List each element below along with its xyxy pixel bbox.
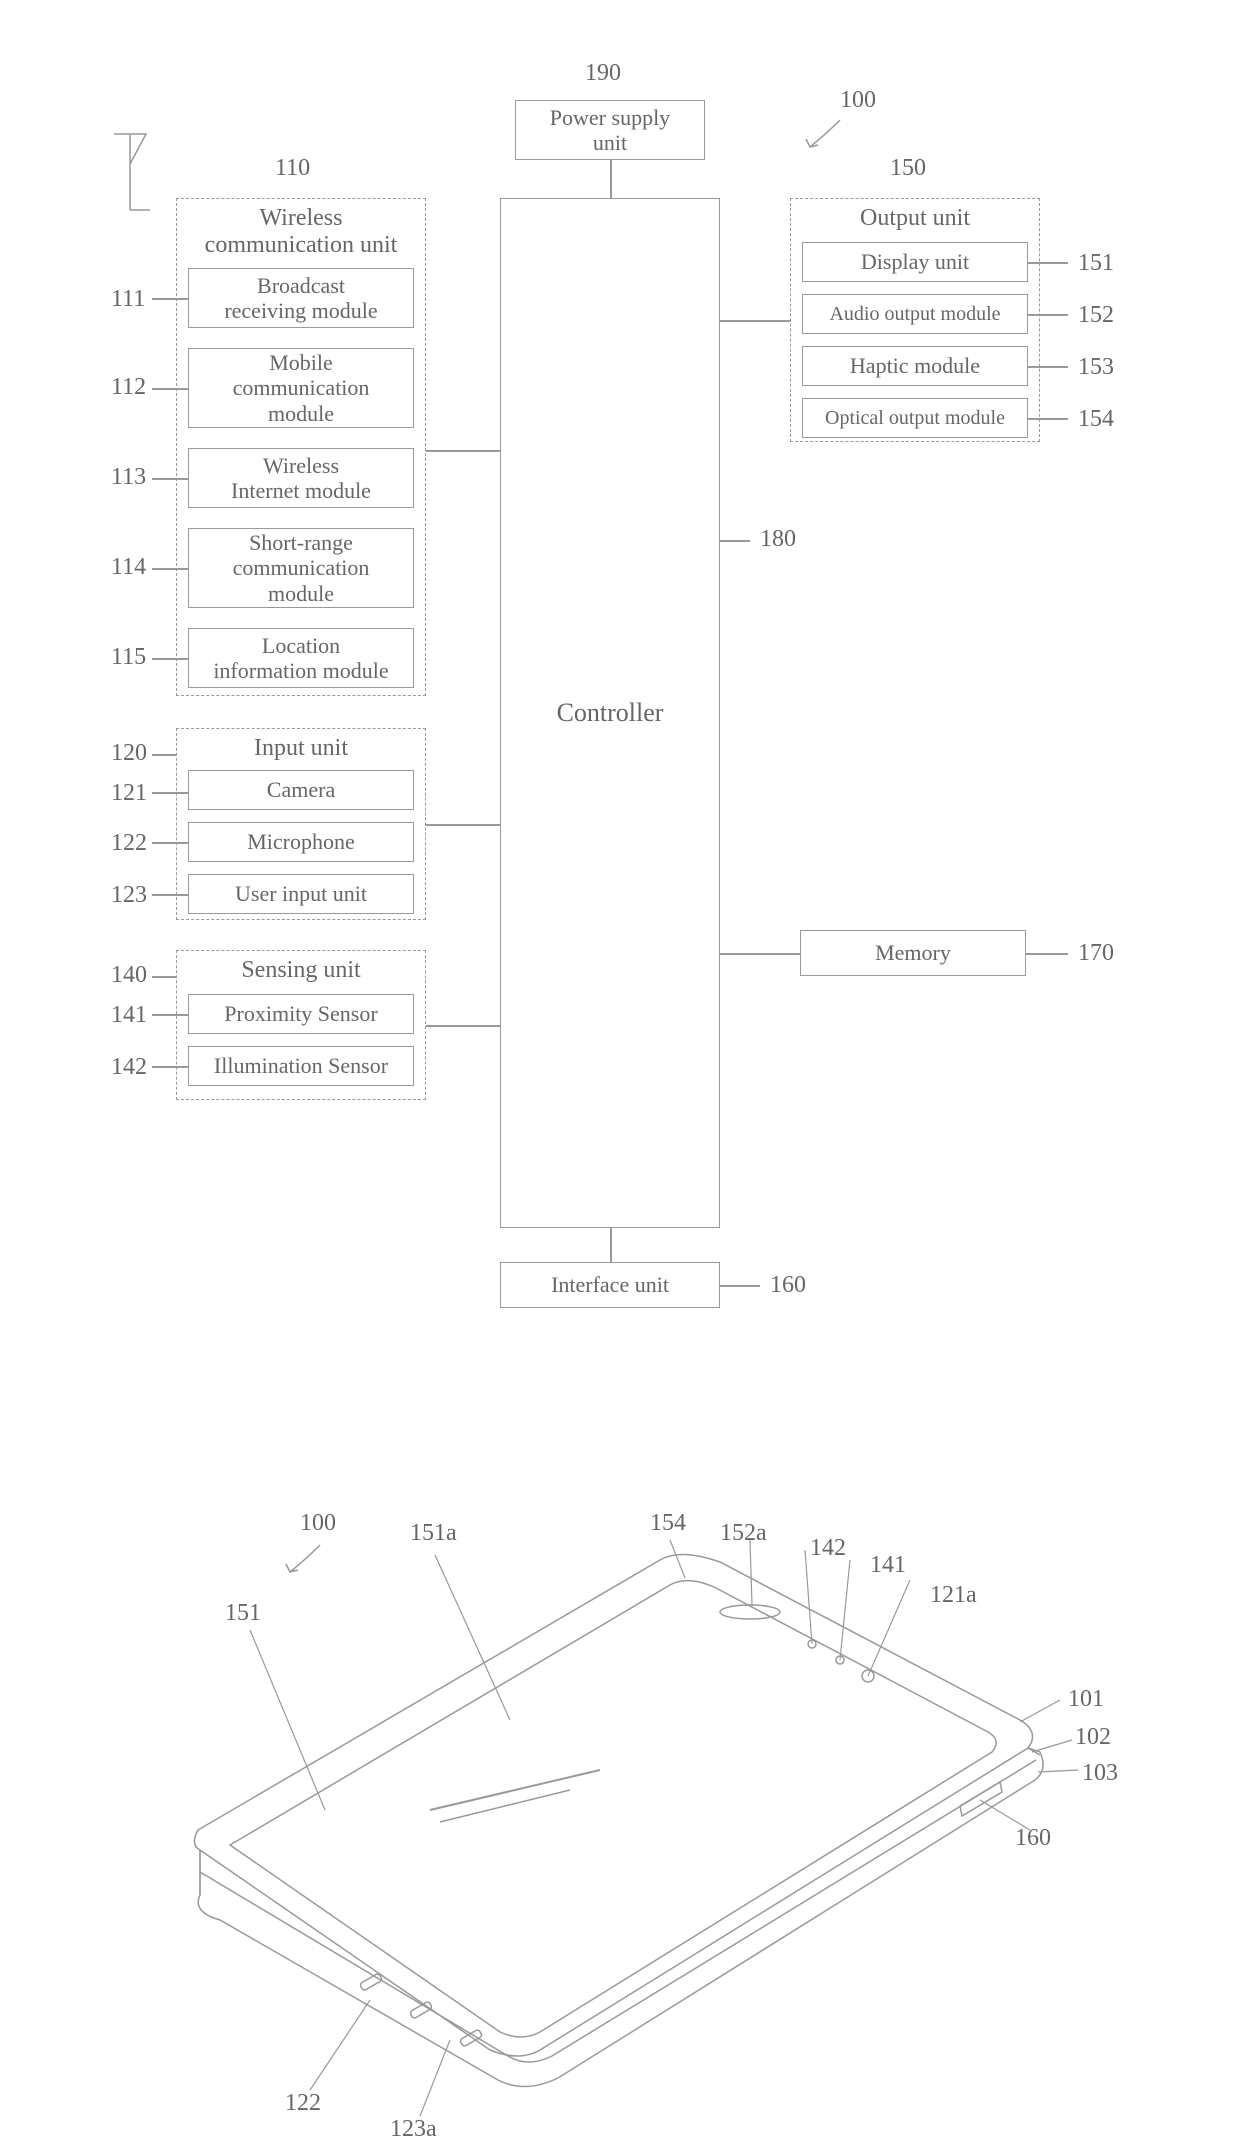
ref-151: 151 [1078, 250, 1114, 277]
tick-170 [1026, 953, 1068, 955]
connector [426, 450, 500, 452]
tick-112 [152, 388, 188, 390]
tick-111 [152, 298, 188, 300]
p-ref-151a: 151a [410, 1520, 457, 1547]
tick-113 [152, 478, 188, 480]
ref-100: 100 [840, 87, 876, 114]
group-title-input: Input unit [177, 729, 425, 762]
ref-113: 113 [111, 464, 146, 491]
ref-122: 122 [111, 830, 147, 857]
ref-142: 142 [111, 1054, 147, 1081]
block-user-input: User input unit [188, 874, 414, 914]
block-power-supply: Power supply unit [515, 100, 705, 160]
p-ref-154: 154 [650, 1510, 686, 1537]
ref-180: 180 [760, 526, 796, 553]
connector [720, 953, 800, 955]
block-camera: Camera [188, 770, 414, 810]
p-ref-141: 141 [870, 1552, 906, 1579]
connector [426, 824, 500, 826]
ref-140: 140 [111, 962, 147, 989]
tick-180 [720, 540, 750, 542]
p-ref-122: 122 [285, 2090, 321, 2117]
tick-154 [1028, 418, 1068, 420]
block-memory: Memory [800, 930, 1026, 976]
ref-115: 115 [111, 644, 146, 671]
connector [720, 320, 790, 322]
block-display: Display unit [802, 242, 1028, 282]
tick-140 [152, 976, 176, 978]
ref-121: 121 [111, 780, 147, 807]
tick-123 [152, 894, 188, 896]
p-ref-100: 100 [300, 1510, 336, 1537]
block-location: Location information module [188, 628, 414, 688]
tick-160 [720, 1285, 760, 1287]
tick-141 [152, 1014, 188, 1016]
ref-111: 111 [111, 286, 145, 313]
connector [426, 1025, 500, 1027]
block-wireless-internet: Wireless Internet module [188, 448, 414, 508]
block-interface: Interface unit [500, 1262, 720, 1308]
p-ref-121a: 121a [930, 1582, 977, 1609]
arrow-100 [800, 115, 850, 155]
tick-115 [152, 658, 188, 660]
tick-153 [1028, 366, 1068, 368]
arrow-p100 [280, 1540, 330, 1580]
ref-190: 190 [585, 60, 621, 87]
tick-122 [152, 842, 188, 844]
tick-121 [152, 792, 188, 794]
group-title-output: Output unit [791, 199, 1039, 232]
ref-141: 141 [111, 1002, 147, 1029]
connector [610, 160, 612, 198]
block-illumination: Illumination Sensor [188, 1046, 414, 1086]
p-ref-152a: 152a [720, 1520, 767, 1547]
group-title-sensing: Sensing unit [177, 951, 425, 984]
tick-152 [1028, 314, 1068, 316]
p-ref-123a: 123a [390, 2116, 437, 2143]
ref-114: 114 [111, 554, 146, 581]
ref-150: 150 [890, 155, 926, 182]
ref-120: 120 [111, 740, 147, 767]
block-haptic: Haptic module [802, 346, 1028, 386]
p-ref-102: 102 [1075, 1724, 1111, 1751]
ref-110: 110 [275, 155, 310, 182]
tick-114 [152, 568, 188, 570]
p-ref-142: 142 [810, 1535, 846, 1562]
block-broadcast: Broadcast receiving module [188, 268, 414, 328]
block-short-range: Short-range communication module [188, 528, 414, 608]
p-ref-160: 160 [1015, 1825, 1051, 1852]
block-optical-out: Optical output module [802, 398, 1028, 438]
ref-123: 123 [111, 882, 147, 909]
diagram-canvas: 100 190 Power supply unit Controller 180… [0, 0, 1240, 2152]
ref-112: 112 [111, 374, 146, 401]
p-ref-103: 103 [1082, 1760, 1118, 1787]
ref-152: 152 [1078, 302, 1114, 329]
tick-120 [152, 754, 176, 756]
block-mobile-comm: Mobile communication module [188, 348, 414, 428]
ref-153: 153 [1078, 354, 1114, 381]
antenna-icon [110, 130, 150, 220]
p-ref-151: 151 [225, 1600, 261, 1627]
tick-151 [1028, 262, 1068, 264]
group-title-wireless: Wireless communication unit [177, 199, 425, 259]
block-proximity: Proximity Sensor [188, 994, 414, 1034]
tick-142 [152, 1066, 188, 1068]
ref-170: 170 [1078, 940, 1114, 967]
block-audio-out: Audio output module [802, 294, 1028, 334]
p-ref-101: 101 [1068, 1686, 1104, 1713]
ref-160: 160 [770, 1272, 806, 1299]
block-controller: Controller [500, 198, 720, 1228]
connector [610, 1228, 612, 1262]
ref-154: 154 [1078, 406, 1114, 433]
phone-perspective-drawing [80, 1500, 1160, 2140]
block-microphone: Microphone [188, 822, 414, 862]
